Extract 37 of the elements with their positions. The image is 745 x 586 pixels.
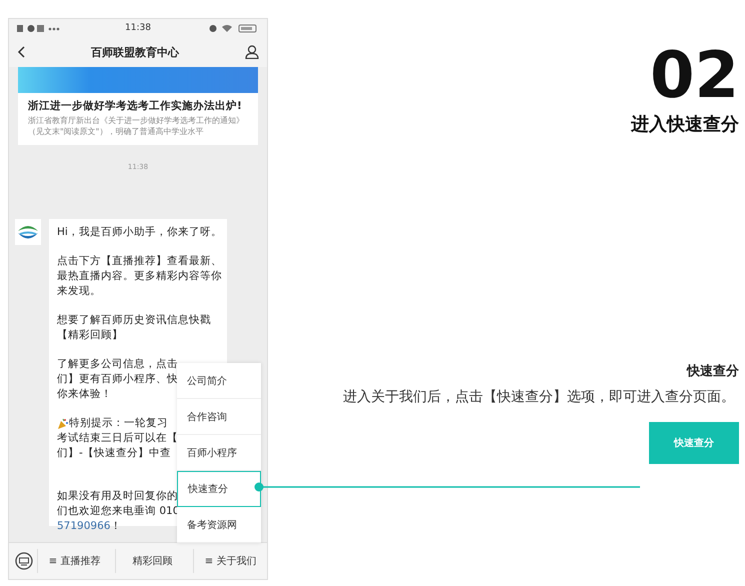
article-summary: 浙江省教育厅新出台《关于进一步做好学考选考工作的通知》（见文末"阅读原文"），明确了普通高中学业水平 xyxy=(27,115,245,137)
step-title: 进入快速查分 xyxy=(631,113,739,136)
status-time: 11:38 xyxy=(125,23,151,33)
back-icon[interactable] xyxy=(17,46,25,58)
bottom-menu-tab[interactable]: ≡ 直播推荐 xyxy=(37,549,111,573)
phone-number-link[interactable]: 57190966 xyxy=(57,519,110,534)
message-text: ！ xyxy=(110,519,122,534)
message-text: 们】更有百师小程序、快 xyxy=(57,372,178,387)
message-text: 来发现。 xyxy=(57,284,101,299)
message-text: 特别提示：一轮复习 xyxy=(69,416,168,431)
message-text: 【精彩回顾】 xyxy=(57,328,123,343)
step-number: 02 xyxy=(650,44,739,108)
person-icon[interactable] xyxy=(245,45,259,59)
avatar-logo-icon xyxy=(15,219,41,245)
menu-item[interactable]: 合作咨询 xyxy=(177,399,261,435)
callout-heading: 快速查分 xyxy=(687,363,739,380)
article-title: 浙江进一步做好学考选考工作实施办法出炉! xyxy=(27,98,243,114)
callout-tag: 快速查分 xyxy=(649,422,739,464)
bottom-menu-tab[interactable]: ≡ 关于我们 xyxy=(193,549,267,573)
message-text: 考试结束三日后可以在【 xyxy=(57,431,178,446)
message-text: 了解更多公司信息，点击 xyxy=(57,357,178,372)
article-card[interactable]: 浙江进一步做好学考选考工作实施办法出炉! 浙江省教育厅新出台《关于进一步做好学考选考工作的通知》（见文末"阅读原文"），明确了普通高中学业水平 xyxy=(18,67,258,145)
battery-wifi-icons xyxy=(209,24,259,32)
bottom-menu-tab[interactable]: 精彩回顾 xyxy=(115,549,189,573)
callout-description: 进入关于我们后，点击【快速查分】选项，即可进入查分页面。 xyxy=(343,388,735,407)
menu-item[interactable]: 百师小程序 xyxy=(177,435,261,471)
message-text: 想要了解百师历史资讯信息快戳 xyxy=(57,313,211,328)
message-text: 最热直播内容。更多精彩内容等你 xyxy=(57,269,222,284)
message-text: 们】-【快速查分】中查 xyxy=(57,446,171,461)
message-text: 你来体验！ xyxy=(57,387,112,402)
keyboard-icon[interactable] xyxy=(15,552,33,570)
message-text: Hi，我是百师小助手，你来了呀。 xyxy=(57,225,222,240)
nav-title: 百师联盟教育中心 xyxy=(91,44,179,60)
message-text: 点击下方【直播推荐】查看最新、 xyxy=(57,254,222,269)
message-text: 如果没有用及时回复你的 xyxy=(57,489,178,504)
menu-item[interactable]: 快速查分 xyxy=(177,471,261,507)
menu-item[interactable]: 公司简介 xyxy=(177,363,261,399)
